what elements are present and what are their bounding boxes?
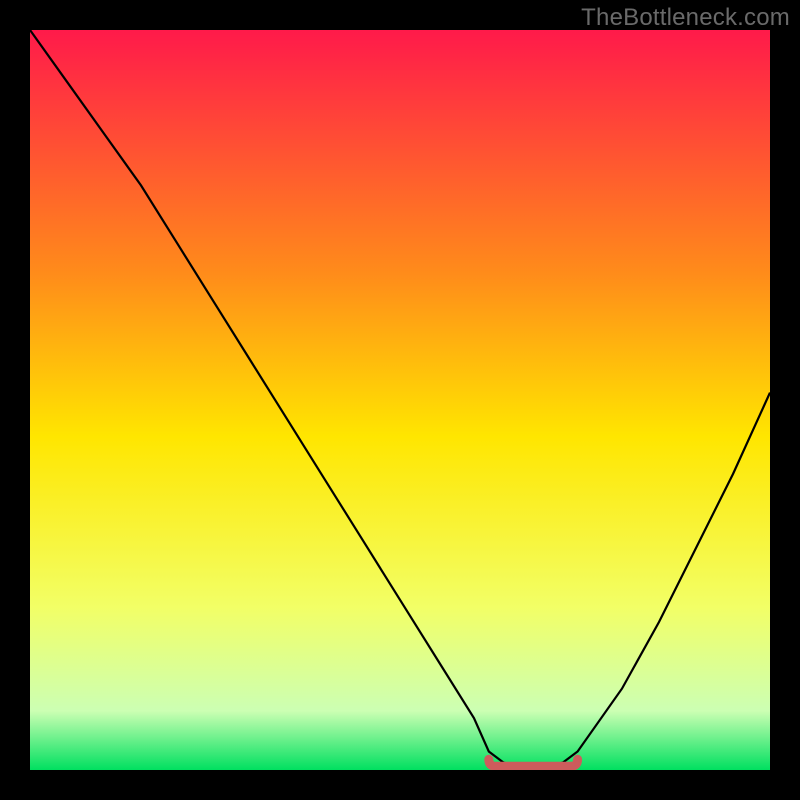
bottleneck-chart — [30, 30, 770, 770]
chart-frame: { "watermark": "TheBottleneck.com", "col… — [0, 0, 800, 800]
watermark-text: TheBottleneck.com — [581, 4, 790, 32]
gradient-background — [30, 30, 770, 770]
